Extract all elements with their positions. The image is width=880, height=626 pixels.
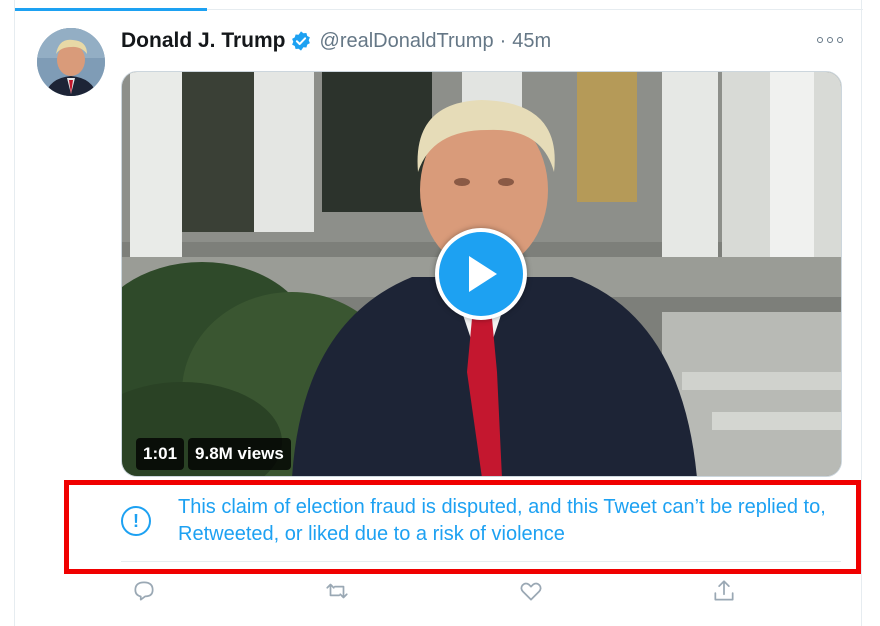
avatar[interactable] [37,28,105,96]
like-icon[interactable] [518,578,544,604]
separator-dot: · [499,29,507,52]
tweet-actions [121,578,841,606]
tweet-header: Donald J. Trump @realDonaldTrump · 45m [121,26,551,56]
author-handle[interactable]: @realDonaldTrump [320,30,494,53]
verified-badge-icon [291,31,310,51]
video-duration: 1:01 [136,438,185,470]
retweet-icon[interactable] [324,578,350,604]
tweet-timestamp[interactable]: 45m [512,30,551,53]
active-tab-indicator [15,8,207,11]
video-views: 9.8M views [188,438,291,470]
more-options-icon[interactable] [817,32,843,48]
share-icon[interactable] [711,578,737,604]
reply-icon[interactable] [131,578,157,604]
highlight-annotation-box [64,480,861,574]
play-icon[interactable] [435,228,527,320]
video-player[interactable]: 1:01 9.8M views [121,71,842,477]
video-stats: 1:01 9.8M views [136,438,291,470]
author-name[interactable]: Donald J. Trump [121,29,286,53]
